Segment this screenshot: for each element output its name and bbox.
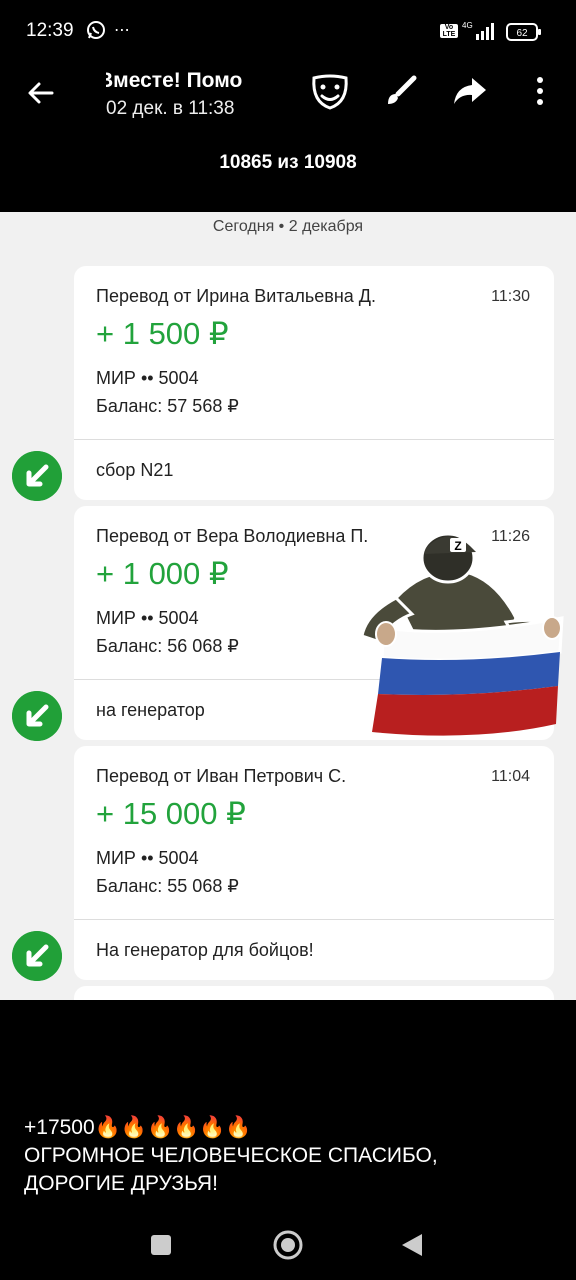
transaction-card-number: МИР •• 5004 bbox=[96, 848, 199, 868]
network-type-label: 4G bbox=[462, 21, 473, 30]
transaction-card-number: МИР •• 5004 bbox=[96, 368, 199, 388]
transaction-time: 11:04 bbox=[491, 768, 530, 785]
transaction-card[interactable] bbox=[74, 986, 554, 1000]
post-date: 02 дек. в 11:38 bbox=[106, 98, 235, 119]
z-symbol: Z bbox=[454, 539, 461, 553]
transaction-details: Перевод от Иван Петрович С. 11:04 + 15 0… bbox=[74, 746, 554, 920]
overflow-menu-icon[interactable] bbox=[528, 74, 552, 108]
transaction-amount: + 15 000 ₽ bbox=[96, 796, 246, 831]
back-arrow-icon[interactable] bbox=[24, 76, 58, 110]
caption-line-2: ДОРОГИЕ ДРУЗЬЯ! bbox=[24, 1172, 218, 1195]
whatsapp-icon bbox=[87, 21, 105, 39]
transaction-card[interactable]: Перевод от Иван Петрович С. 11:04 + 15 0… bbox=[74, 746, 554, 980]
transaction-card-number: МИР •• 5004 bbox=[96, 608, 199, 628]
bank-screenshot: Сегодня • 2 декабря Перевод от Ирина Вит… bbox=[0, 212, 576, 1000]
post-caption: +17500🔥🔥🔥🔥🔥🔥 ОГРОМНОЕ ЧЕЛОВЕЧЕСКОЕ СПАСИ… bbox=[24, 1114, 554, 1198]
more-notifications-icon: ⋯ bbox=[114, 22, 131, 39]
status-time: 12:39 bbox=[26, 20, 74, 41]
battery-icon: 62 bbox=[506, 23, 541, 41]
transaction-title: Перевод от Вера Володиевна П. bbox=[96, 526, 369, 546]
battery-level: 62 bbox=[516, 28, 528, 39]
fire-emoji-row: 🔥🔥🔥🔥🔥🔥 bbox=[94, 1116, 252, 1139]
chat-title-text: Вместе! Помо bbox=[106, 69, 243, 92]
caption-line-1: ОГРОМНОЕ ЧЕЛОВЕЧЕСКОЕ СПАСИБО, bbox=[24, 1144, 438, 1167]
transaction-note: на генератор bbox=[96, 700, 205, 720]
home-button[interactable] bbox=[273, 1230, 303, 1260]
transaction-time: 11:30 bbox=[491, 288, 530, 305]
caption-amount: +17500 bbox=[24, 1116, 95, 1139]
transaction-balance: Баланс: 56 068 ₽ bbox=[96, 636, 239, 656]
transaction-message: На генератор для бойцов! bbox=[74, 920, 554, 980]
transaction-details: Перевод от Ирина Витальевна Д. 11:30 + 1… bbox=[74, 266, 554, 440]
incoming-arrow-icon bbox=[12, 691, 62, 741]
incoming-arrow-icon bbox=[12, 451, 62, 501]
recents-button[interactable] bbox=[151, 1235, 171, 1255]
transaction-note: На генератор для бойцов! bbox=[96, 940, 314, 960]
nav-back-button[interactable] bbox=[400, 1232, 424, 1258]
app-bar: Вместе! Помо 02 дек. в 11:38 10865 из 10… bbox=[0, 62, 576, 212]
transaction-title: Перевод от Ирина Витальевна Д. bbox=[96, 286, 376, 306]
transaction-balance: Баланс: 55 068 ₽ bbox=[96, 876, 239, 896]
date-label: Сегодня • 2 декабря bbox=[212, 218, 364, 235]
chat-title: Вместе! Помо bbox=[106, 68, 270, 94]
volte-icon: Vo LTE bbox=[440, 24, 458, 38]
brush-icon[interactable] bbox=[384, 74, 418, 108]
forward-icon[interactable] bbox=[452, 74, 488, 108]
soldier-flag-sticker: Z bbox=[360, 532, 564, 736]
status-bar: 12:39 ⋯ Vo LTE 4G 62 bbox=[0, 0, 576, 62]
sticker-mask-icon[interactable] bbox=[310, 72, 350, 112]
transaction-balance: Баланс: 57 568 ₽ bbox=[96, 396, 239, 416]
incoming-arrow-icon bbox=[12, 931, 62, 981]
transaction-message: сбор N21 bbox=[74, 440, 554, 500]
transaction-title: Перевод от Иван Петрович С. bbox=[96, 766, 347, 786]
transaction-note: сбор N21 bbox=[96, 460, 174, 480]
transaction-amount: + 1 500 ₽ bbox=[96, 316, 229, 351]
transaction-card[interactable]: Перевод от Ирина Витальевна Д. 11:30 + 1… bbox=[74, 266, 554, 500]
media-counter: 10865 из 10908 bbox=[219, 152, 357, 173]
signal-icon: 4G bbox=[462, 21, 494, 40]
transaction-amount: + 1 000 ₽ bbox=[96, 556, 229, 591]
